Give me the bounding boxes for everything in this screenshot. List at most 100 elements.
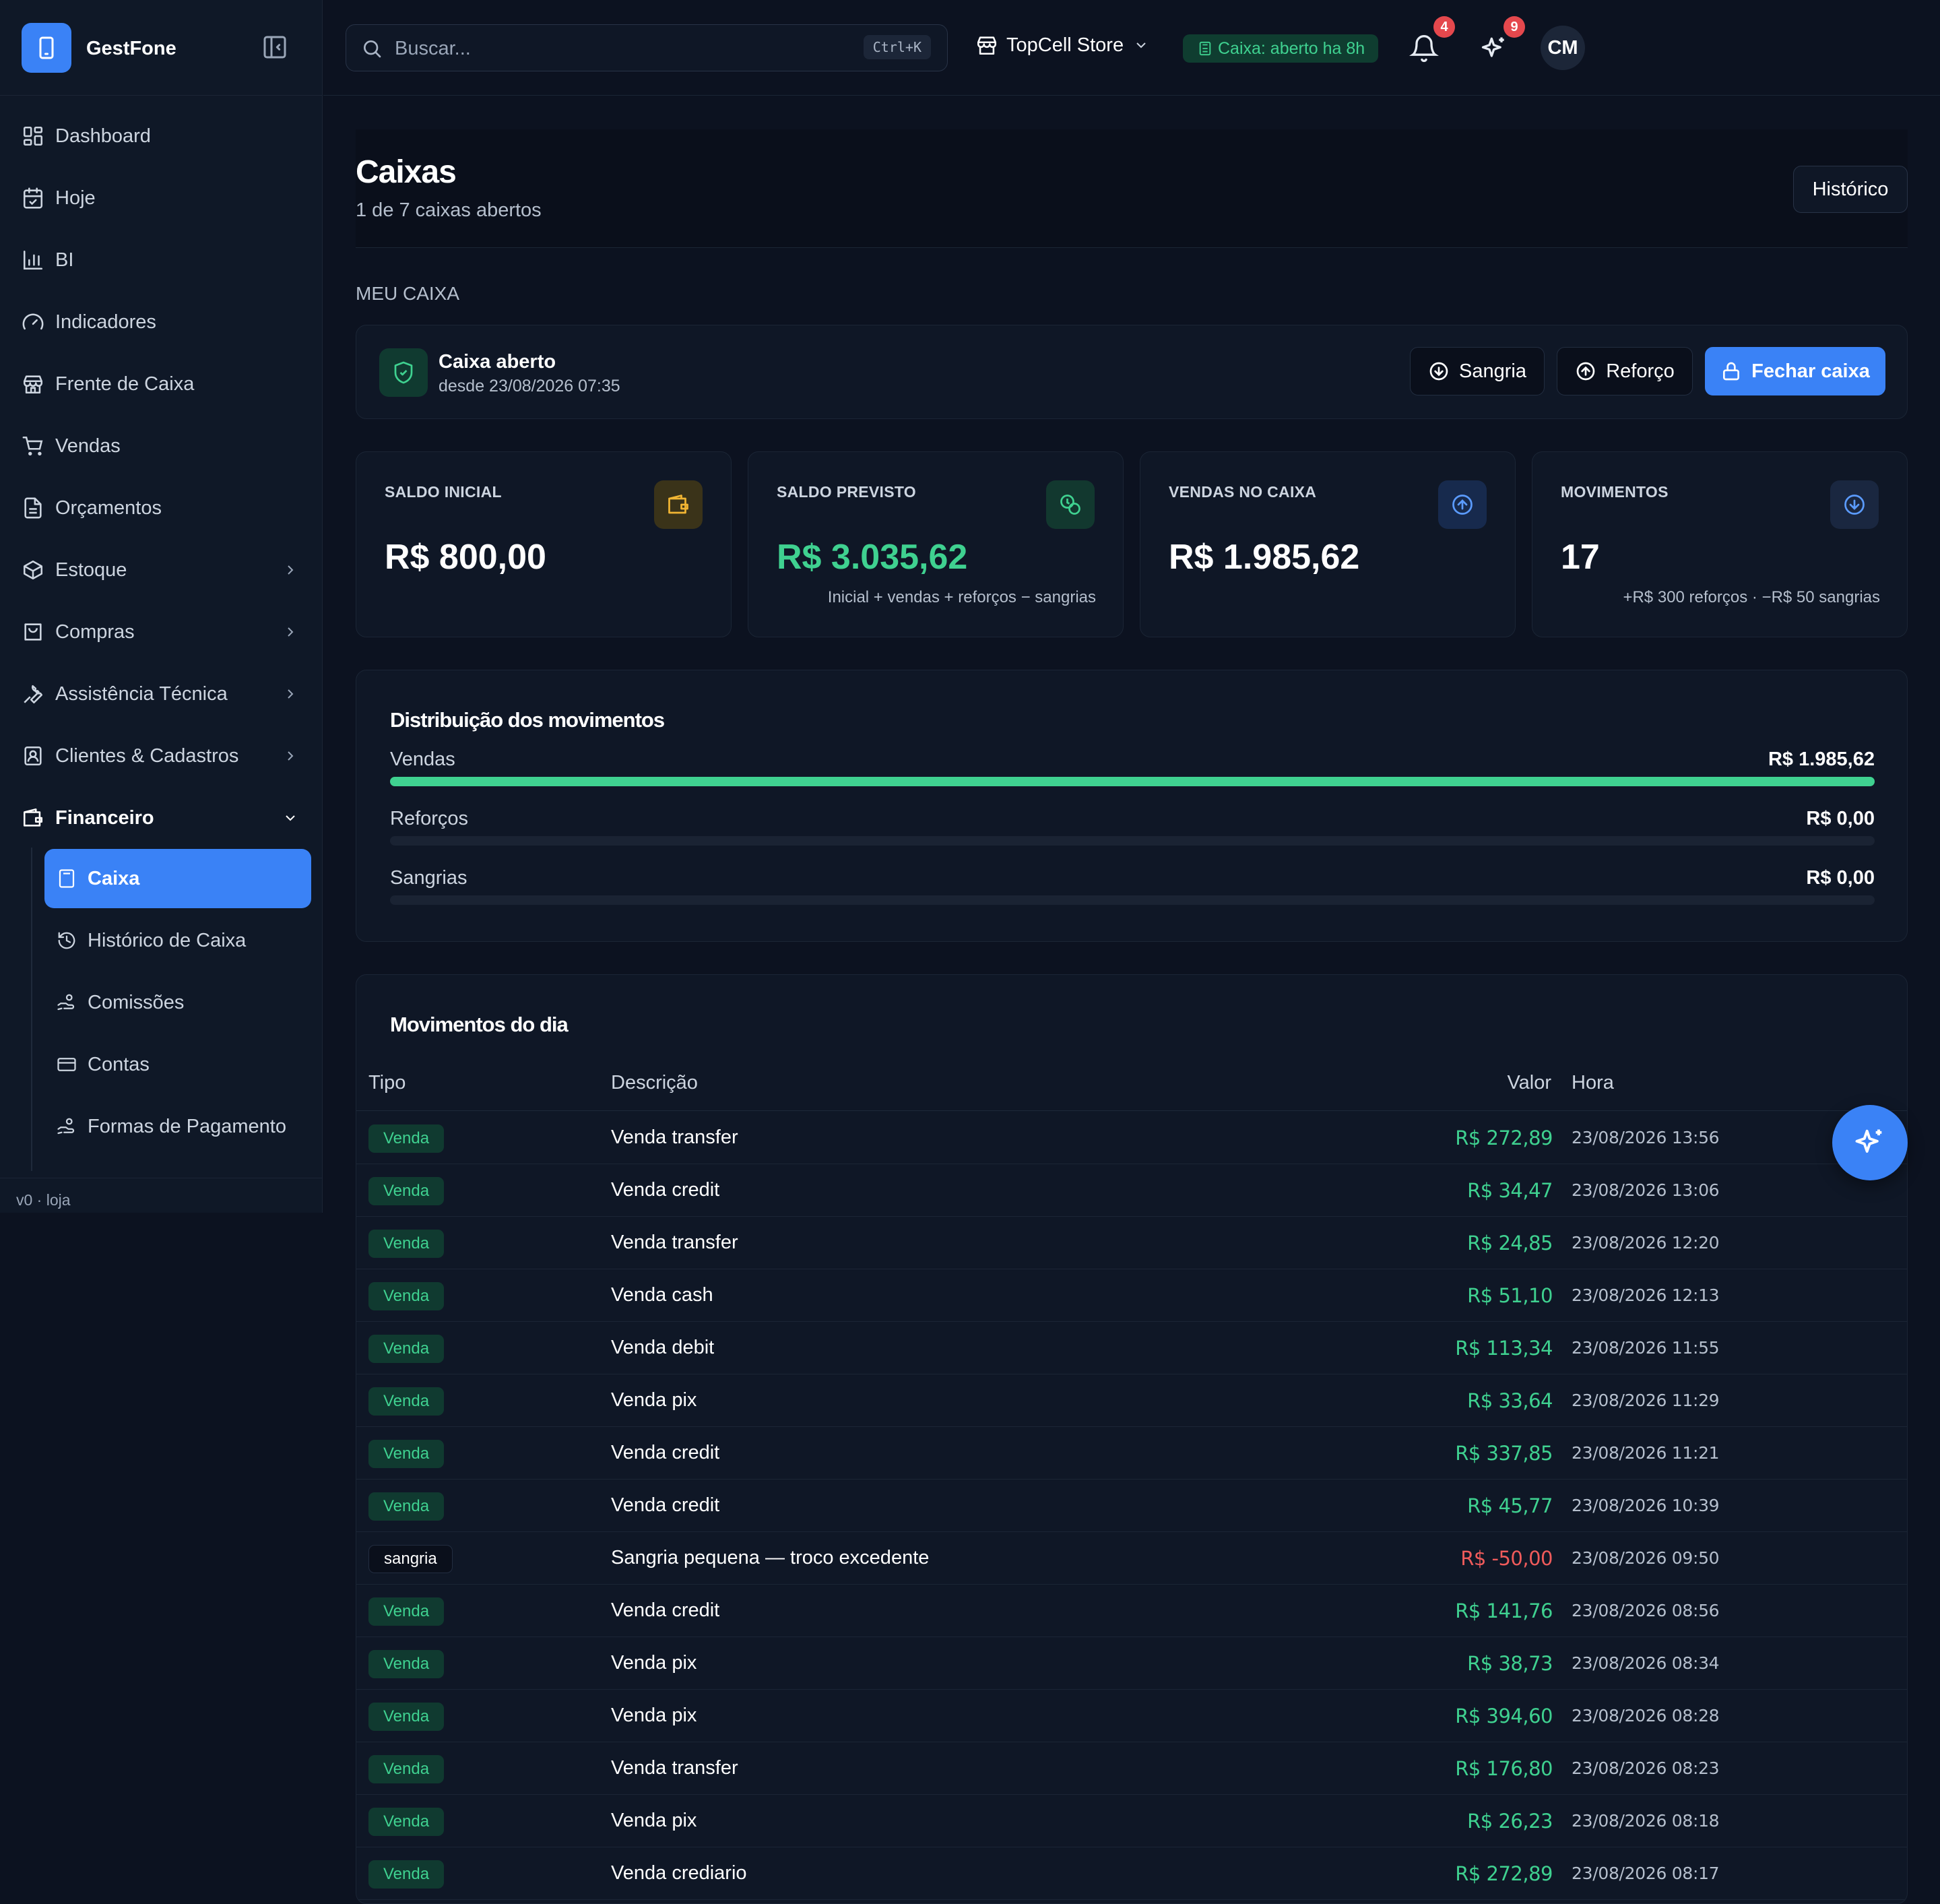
avatar[interactable]: CM bbox=[1541, 26, 1585, 70]
sidebar-item-vendas[interactable]: Vendas bbox=[0, 415, 323, 477]
stat-card-vendas-no-caixa: VENDAS NO CAIXA R$ 1.985,62 bbox=[1140, 451, 1516, 637]
sangria-button[interactable]: Sangria bbox=[1410, 347, 1545, 395]
sidebar-collapse-icon[interactable] bbox=[261, 34, 288, 61]
sidebar-item-hoje[interactable]: Hoje bbox=[0, 167, 323, 229]
store-icon bbox=[977, 36, 997, 55]
table-row[interactable]: Venda Venda pix R$ 38,73 23/08/2026 08:34 bbox=[356, 1637, 1907, 1690]
search-placeholder: Buscar... bbox=[395, 38, 471, 59]
reforco-button[interactable]: Reforço bbox=[1557, 347, 1693, 395]
column-header-hora[interactable]: Hora bbox=[1572, 1072, 1614, 1094]
table-row[interactable]: Venda Venda credit R$ 141,76 23/08/2026 08:… bbox=[356, 1585, 1907, 1637]
column-header-valor[interactable]: Valor bbox=[1507, 1072, 1551, 1094]
history-button[interactable]: Histórico bbox=[1793, 166, 1908, 213]
ai-count-badge: 9 bbox=[1504, 16, 1525, 38]
movement-time: 23/08/2026 08:34 bbox=[1572, 1653, 1720, 1673]
sidebar-item-assistencia-tecnica[interactable]: Assistência Técnica bbox=[0, 663, 323, 725]
progress-track bbox=[390, 777, 1875, 786]
gauge-icon bbox=[22, 313, 44, 330]
table-row[interactable]: Venda Venda credit R$ 337,85 23/08/2026 11:… bbox=[356, 1427, 1907, 1480]
table-row[interactable]: Venda Venda transfer R$ 176,80 23/08/2026 0… bbox=[356, 1742, 1907, 1795]
stat-value: R$ 1.985,62 bbox=[1169, 538, 1360, 577]
distribution-title: Distribuição dos movimentos bbox=[390, 708, 665, 732]
sidebar-item-estoque[interactable]: Estoque bbox=[0, 539, 323, 601]
sidebar-item-frente-de-caixa[interactable]: Frente de Caixa bbox=[0, 353, 323, 415]
sidebar: GestFone Dashboard Hoje BI Indicadores F… bbox=[0, 0, 323, 1213]
arrow-down-circle-icon bbox=[1830, 480, 1879, 529]
sidebar-item-label: Formas de Pagamento bbox=[88, 1115, 286, 1137]
caixa-status-badge[interactable]: Caixa: aberto ha 8h bbox=[1183, 34, 1379, 63]
sidebar-subitem-historico-de-caixa[interactable]: Histórico de Caixa bbox=[44, 911, 311, 970]
sidebar-item-indicadores[interactable]: Indicadores bbox=[0, 291, 323, 353]
table-row[interactable]: Venda Venda credit R$ 34,47 23/08/2026 13:0… bbox=[356, 1164, 1907, 1217]
type-badge: Venda bbox=[368, 1230, 445, 1258]
sidebar-item-financeiro[interactable]: Financeiro bbox=[0, 787, 323, 849]
table-header: Tipo Descrição Valor Hora bbox=[356, 1058, 1907, 1111]
sidebar-item-dashboard[interactable]: Dashboard bbox=[0, 105, 323, 167]
sidebar-item-bi[interactable]: BI bbox=[0, 229, 323, 291]
movement-description: Venda pix bbox=[611, 1810, 697, 1831]
search-input[interactable]: Buscar... Ctrl+K bbox=[346, 24, 948, 71]
table-row[interactable]: Venda Venda pix R$ 33,64 23/08/2026 11:29 bbox=[356, 1374, 1907, 1427]
shield-check-icon bbox=[379, 348, 428, 397]
table-row[interactable]: Venda Venda credit R$ 45,77 23/08/2026 10:3… bbox=[356, 1480, 1907, 1532]
dashboard-icon bbox=[23, 126, 43, 146]
arrow-up-circle-icon bbox=[1576, 362, 1595, 381]
table-row[interactable]: sangria Sangria pequena — troco excedente… bbox=[356, 1532, 1907, 1585]
bag-icon bbox=[24, 623, 42, 641]
column-header-tipo[interactable]: Tipo bbox=[368, 1072, 406, 1094]
sparkles-icon[interactable] bbox=[1479, 34, 1509, 63]
sidebar-item-label: Orçamentos bbox=[55, 497, 162, 519]
movement-description: Venda credit bbox=[611, 1599, 720, 1621]
section-label: MEU CAIXA bbox=[356, 283, 460, 304]
stat-note: +R$ 300 reforços · −R$ 50 sangrias bbox=[1623, 588, 1880, 606]
sidebar-item-label: Assistência Técnica bbox=[55, 683, 228, 705]
sidebar-item-orcamentos[interactable]: Orçamentos bbox=[0, 477, 323, 539]
handcoins-icon bbox=[57, 1118, 75, 1135]
table-row[interactable]: Venda Venda transfer R$ 24,85 23/08/2026 12… bbox=[356, 1217, 1907, 1269]
stat-label: SALDO INICIAL bbox=[385, 483, 502, 501]
store-selector[interactable]: TopCell Store bbox=[975, 34, 1157, 57]
movement-time: 23/08/2026 12:13 bbox=[1572, 1286, 1720, 1305]
table-row[interactable]: Venda Venda crediario R$ 272,89 23/08/2026 … bbox=[356, 1847, 1907, 1900]
ai-assistant-button[interactable] bbox=[1832, 1105, 1908, 1180]
chevron-right-icon bbox=[288, 627, 294, 637]
sidebar-subitem-contas[interactable]: Contas bbox=[44, 1035, 311, 1094]
page-title: Caixas bbox=[356, 154, 457, 190]
document-icon bbox=[24, 497, 42, 519]
smartphone-icon bbox=[39, 36, 54, 59]
sidebar-subitem-caixa[interactable]: Caixa bbox=[44, 849, 311, 908]
table-row[interactable]: Venda Venda cash R$ 51,10 23/08/2026 12:13 bbox=[356, 1269, 1907, 1322]
fechar-caixa-button[interactable]: Fechar caixa bbox=[1705, 347, 1885, 395]
movement-time: 23/08/2026 08:28 bbox=[1572, 1706, 1720, 1725]
sidebar-divider bbox=[0, 95, 323, 96]
movement-time: 23/08/2026 09:50 bbox=[1572, 1548, 1720, 1568]
caixa-status-title: Caixa aberto bbox=[439, 351, 556, 373]
arrow-down-circle-icon bbox=[1429, 362, 1448, 381]
sidebar-item-clientes-cadastros[interactable]: Clientes & Cadastros bbox=[0, 725, 323, 787]
type-badge: Venda bbox=[368, 1650, 445, 1678]
movement-value: R$ 272,89 bbox=[1455, 1862, 1553, 1885]
table-row[interactable]: Venda Venda debit R$ 113,34 23/08/2026 11:5… bbox=[356, 1322, 1907, 1374]
table-row[interactable]: Venda Venda pix R$ 26,23 23/08/2026 08:18 bbox=[356, 1795, 1907, 1847]
column-header-descricao[interactable]: Descrição bbox=[611, 1072, 698, 1094]
type-badge: sangria bbox=[368, 1545, 453, 1573]
table-row[interactable]: Venda Venda transfer R$ 272,89 23/08/2026 1… bbox=[356, 1112, 1907, 1164]
stat-label: SALDO PREVISTO bbox=[777, 483, 916, 501]
sidebar-item-compras[interactable]: Compras bbox=[0, 601, 323, 663]
app-logo[interactable] bbox=[22, 23, 71, 73]
type-badge: Venda bbox=[368, 1703, 445, 1731]
distribution-card: Distribuição dos movimentos Vendas R$ 1.… bbox=[356, 670, 1908, 942]
distribution-label: Vendas bbox=[390, 749, 455, 770]
sidebar-subitem-formas-de-pagamento[interactable]: Formas de Pagamento bbox=[44, 1097, 311, 1156]
distribution-label: Sangrias bbox=[390, 867, 467, 889]
bell-icon[interactable] bbox=[1409, 34, 1439, 63]
sidebar-item-label: Estoque bbox=[55, 559, 127, 581]
sidebar-subitem-comissoes[interactable]: Comissões bbox=[44, 973, 311, 1032]
movement-description: Venda pix bbox=[611, 1652, 697, 1674]
table-row[interactable]: Venda Venda pix R$ 394,60 23/08/2026 08:28 bbox=[356, 1690, 1907, 1742]
type-badge: Venda bbox=[368, 1440, 445, 1468]
movement-description: Sangria pequena — troco excedente bbox=[611, 1547, 930, 1568]
type-badge: Venda bbox=[368, 1335, 445, 1363]
movement-description: Venda pix bbox=[611, 1389, 697, 1411]
movement-description: Venda pix bbox=[611, 1705, 697, 1726]
